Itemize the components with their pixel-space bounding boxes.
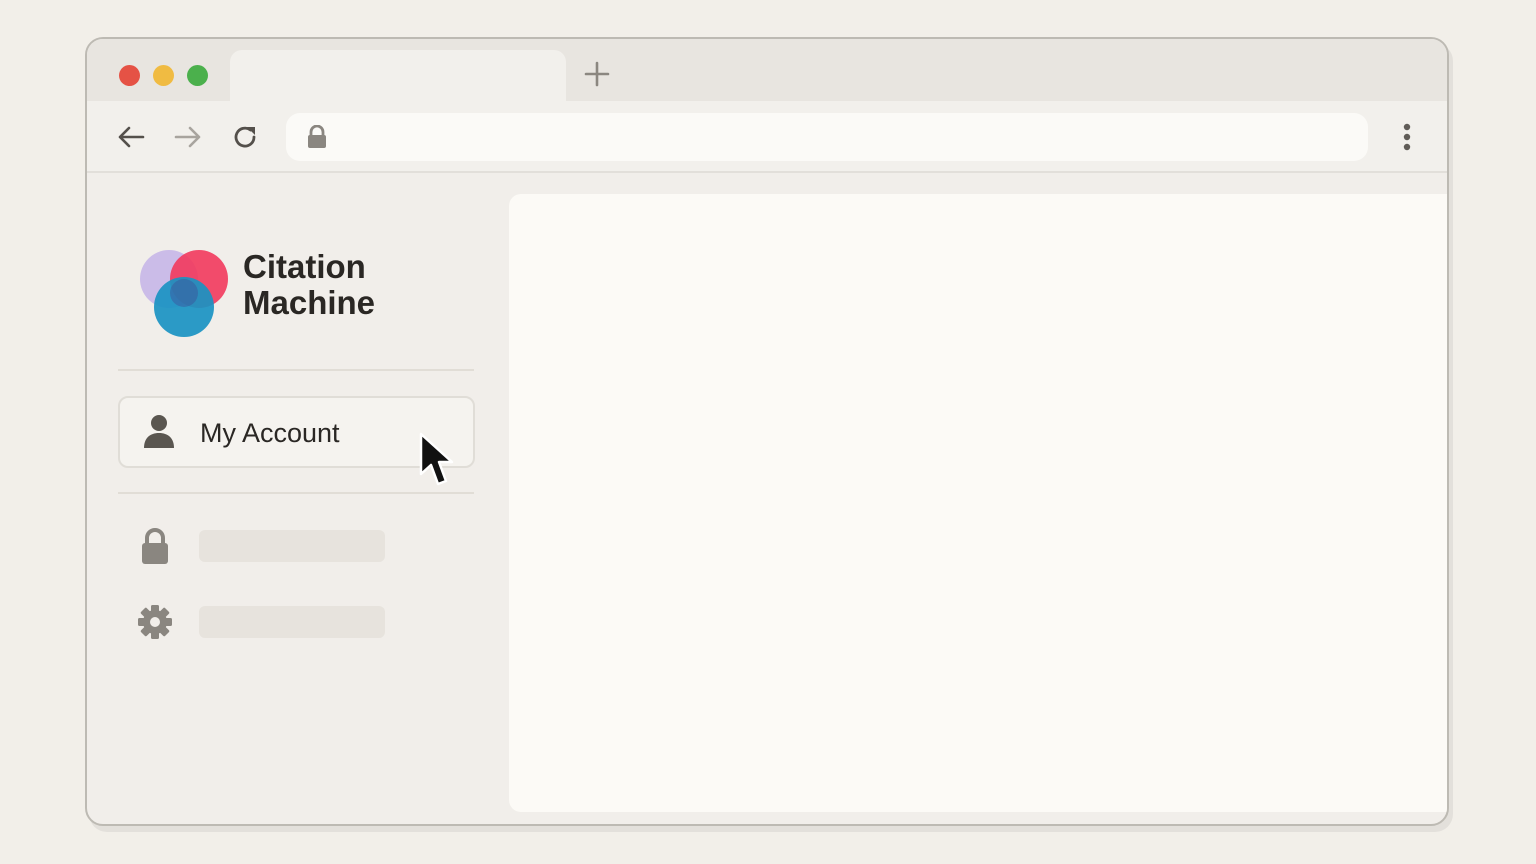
citation-machine-logo [140,250,228,337]
minimize-window-button[interactable] [153,65,174,86]
back-arrow-icon [118,126,145,148]
sidebar-item-label-placeholder [199,530,385,562]
main-content-area [509,194,1447,812]
lock-icon [142,528,168,564]
sidebar-item-security[interactable] [137,526,477,566]
browser-menu-button[interactable] [1391,121,1423,153]
browser-toolbar [87,101,1447,173]
mouse-cursor-icon [419,432,454,486]
browser-window: Citation Machine My Account [85,37,1449,826]
user-icon [144,415,174,448]
lock-icon [308,125,326,148]
address-bar[interactable] [286,113,1368,161]
plus-icon [584,61,610,87]
maximize-window-button[interactable] [187,65,208,86]
gear-icon [138,605,172,639]
new-tab-button[interactable] [584,61,610,87]
browser-tab[interactable] [230,50,566,102]
sidebar-item-settings[interactable] [137,602,477,642]
reload-icon [234,126,256,148]
sidebar-divider [118,492,474,494]
forward-arrow-icon [174,126,201,148]
brand-line-2: Machine [243,284,376,321]
brand-name: Citation Machine [243,249,375,321]
brand-line-1: Citation [243,248,366,285]
more-vert-icon [1403,123,1411,151]
tab-bar [87,39,1447,102]
sidebar-item-label-placeholder [199,606,385,638]
sidebar: Citation Machine My Account [87,175,507,824]
forward-button[interactable] [172,121,204,153]
back-button[interactable] [115,121,147,153]
my-account-label: My Account [200,418,340,448]
close-window-button[interactable] [119,65,140,86]
sidebar-divider [118,369,474,371]
reload-button[interactable] [229,121,261,153]
